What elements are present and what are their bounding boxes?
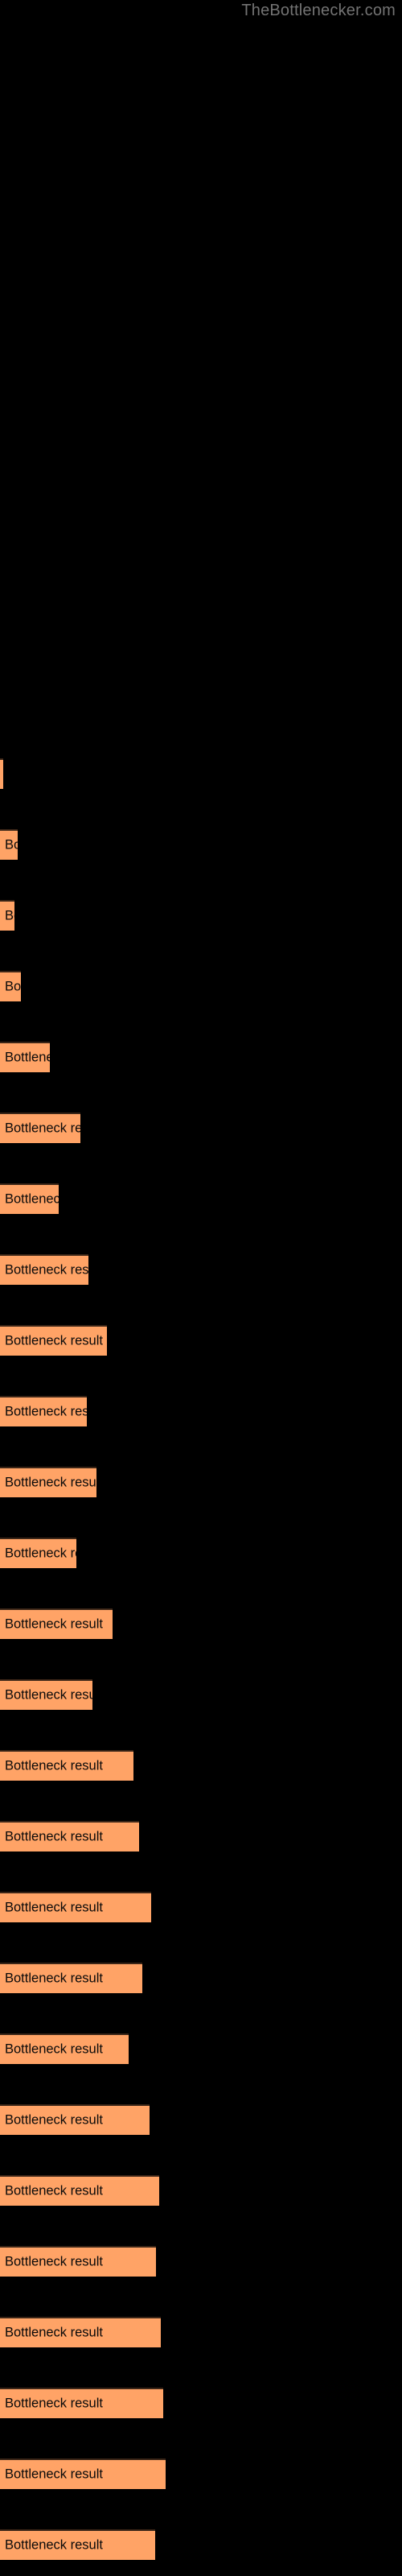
chart-bar: Bottleneck result [0, 971, 21, 1001]
chart-bar: Bottleneck result [0, 1821, 139, 1852]
bar-row: Bottleneck result [0, 1254, 88, 1285]
bar-label: Bottleneck result [5, 1404, 87, 1419]
chart-bar: Bottleneck result [0, 2458, 166, 2489]
bar-row: Bottleneck result [0, 2246, 156, 2277]
bar-chart-plot-area: Bottleneck result Bottleneck result Bottle… [0, 0, 402, 2576]
bar-label: Bottleneck result [5, 1475, 96, 1490]
chart-bar: Bottleneck result [0, 2246, 156, 2277]
bar-label: Bottleneck result [5, 1262, 88, 1278]
bar-row: Bottleneck result [0, 2033, 129, 2064]
chart-bar: Bottleneck result [0, 2104, 150, 2135]
bar-label: Bottleneck result [5, 2041, 103, 2057]
bar-row: Bottleneck result [0, 971, 21, 1001]
bar-label: Bottleneck result [5, 2254, 103, 2269]
bar-label: Bottleneck result [5, 1971, 103, 1986]
chart-bar: Bottleneck result [0, 1396, 87, 1426]
bar-label: Bottleneck result [5, 1333, 103, 1348]
bar-row: Bottleneck result [0, 1750, 133, 1781]
bar-row: Bottleneck result [0, 2458, 166, 2489]
bar-label: Bottleneck result [5, 1616, 103, 1632]
bar-row: Bottleneck result [0, 758, 3, 789]
bar-label: Bottleneck result [5, 1546, 76, 1561]
chart-bar: Bottleneck result [0, 758, 3, 789]
bar-label: Bottleneck result [5, 2325, 103, 2340]
bar-row: Bottleneck result [0, 1113, 80, 1143]
bar-row: Bottleneck result [0, 1042, 50, 1072]
bar-label: Bottleneck result [5, 1121, 80, 1136]
chart-bar: Bottleneck result [0, 2033, 129, 2064]
bar-label: Bottleneck result [5, 1050, 50, 1065]
bar-label: Bottleneck result [5, 1758, 103, 1773]
bar-label: Bottleneck result [5, 2537, 103, 2553]
bar-row: Bottleneck result [0, 1325, 107, 1356]
chart-bar: Bottleneck result [0, 2388, 163, 2418]
chart-bar: Bottleneck result [0, 1679, 92, 1710]
bar-row: Bottleneck result [0, 829, 18, 860]
chart-bar: Bottleneck result [0, 1325, 107, 1356]
chart-bar: Bottleneck result [0, 1467, 96, 1497]
bar-label: Bottleneck result [5, 1900, 103, 1915]
chart-bar: Bottleneck result [0, 1892, 151, 1922]
bar-label: Bottleneck result [5, 2112, 103, 2128]
bar-label: Bottleneck result [5, 2396, 103, 2411]
bar-label: Bottleneck result [5, 1191, 59, 1207]
chart-bar: Bottleneck result [0, 829, 18, 860]
bar-row: Bottleneck result [0, 2317, 161, 2347]
bar-row: Bottleneck result [0, 900, 14, 931]
bar-label: Bottleneck result [5, 979, 21, 994]
bar-row: Bottleneck result [0, 2104, 150, 2135]
bar-label: Bottleneck result [5, 908, 14, 923]
bar-row: Bottleneck result [0, 2388, 163, 2418]
chart-bar: Bottleneck result [0, 1254, 88, 1285]
bar-label: Bottleneck result [5, 2467, 103, 2482]
chart-bar: Bottleneck result [0, 2529, 155, 2560]
chart-bar: Bottleneck result [0, 1113, 80, 1143]
bar-row: Bottleneck result [0, 1892, 151, 1922]
chart-bar: Bottleneck result [0, 2175, 159, 2206]
bar-row: Bottleneck result [0, 1183, 59, 1214]
bar-row: Bottleneck result [0, 2175, 159, 2206]
chart-bar: Bottleneck result [0, 2317, 161, 2347]
bar-label: Bottleneck result [5, 1687, 92, 1703]
chart-page: TheBottlenecker.com Bottleneck resultBot… [0, 0, 402, 2576]
bar-row: Bottleneck result [0, 1538, 76, 1568]
bar-row: Bottleneck result [0, 1821, 139, 1852]
chart-bar: Bottleneck result [0, 1750, 133, 1781]
bar-row: Bottleneck result [0, 1396, 87, 1426]
bar-row: Bottleneck result [0, 1467, 96, 1497]
chart-bar: Bottleneck result [0, 1183, 59, 1214]
chart-bar: Bottleneck result [0, 1538, 76, 1568]
bar-row: Bottleneck result [0, 1679, 92, 1710]
bar-row: Bottleneck result [0, 1963, 142, 1993]
chart-bar: Bottleneck result [0, 1963, 142, 1993]
chart-bar: Bottleneck result [0, 1042, 50, 1072]
bar-row: Bottleneck result [0, 2529, 155, 2560]
bar-label: Bottleneck result [5, 2183, 103, 2198]
chart-bar: Bottleneck result [0, 1608, 113, 1639]
bar-label: Bottleneck result [5, 1829, 103, 1844]
chart-bar: Bottleneck result [0, 900, 14, 931]
bar-label: Bottleneck result [5, 837, 18, 852]
bar-row: Bottleneck result [0, 1608, 113, 1639]
